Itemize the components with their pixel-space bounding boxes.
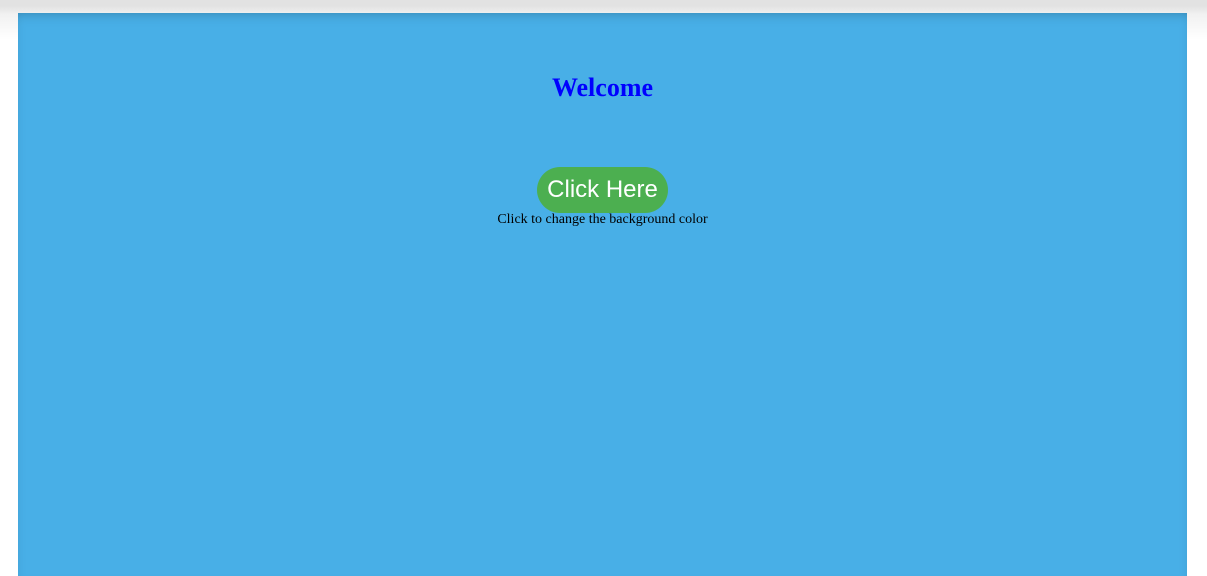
hint-text: Click to change the background color [497, 212, 708, 227]
welcome-heading: Welcome [551, 73, 654, 102]
button-container: Click Here [18, 167, 1187, 213]
browser-frame: Welcome Click Here Click to change the b… [0, 0, 1207, 576]
page-viewport: Welcome Click Here Click to change the b… [18, 13, 1187, 576]
click-here-button[interactable]: Click Here [537, 167, 668, 213]
page-content: Welcome Click Here Click to change the b… [18, 13, 1187, 228]
